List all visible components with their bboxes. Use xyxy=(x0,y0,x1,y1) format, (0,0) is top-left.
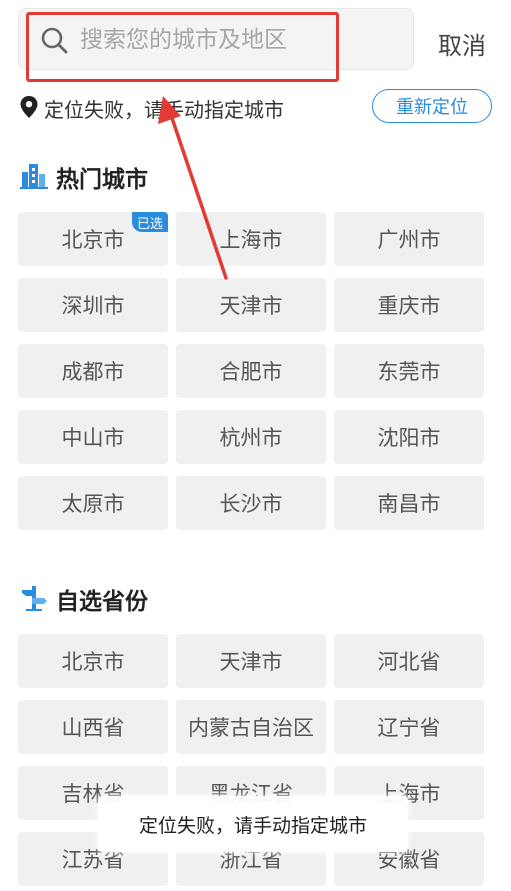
city-option-label: 南昌市 xyxy=(377,492,441,516)
city-option-label: 合肥市 xyxy=(219,360,283,384)
city-option-label: 北京市 xyxy=(61,228,125,252)
city-option[interactable]: 杭州市 xyxy=(176,410,326,464)
province-option-label: 辽宁省 xyxy=(377,716,441,740)
city-option-label: 深圳市 xyxy=(61,294,125,318)
city-option[interactable]: 东莞市 xyxy=(334,344,484,398)
city-option[interactable]: 上海市 xyxy=(176,212,326,266)
province-option[interactable]: 北京市 xyxy=(18,634,168,688)
city-option-label: 天津市 xyxy=(219,294,283,318)
province-option-label: 河北省 xyxy=(377,650,441,674)
province-option[interactable]: 河北省 xyxy=(334,634,484,688)
selected-badge: 已选 xyxy=(132,212,168,232)
city-option[interactable]: 长沙市 xyxy=(176,476,326,530)
city-option-beijing[interactable]: 北京市 已选 xyxy=(18,212,168,266)
location-pin-icon xyxy=(20,96,38,118)
province-option[interactable]: 天津市 xyxy=(176,634,326,688)
location-status-text: 定位失败，请手动指定城市 xyxy=(44,98,284,122)
cancel-button[interactable]: 取消 xyxy=(438,26,486,61)
province-option-label: 北京市 xyxy=(61,650,125,674)
province-option-label: 内蒙古自治区 xyxy=(188,716,314,740)
city-option-label: 成都市 xyxy=(61,360,125,384)
city-option-label: 杭州市 xyxy=(219,426,283,450)
province-option-label: 天津市 xyxy=(219,650,283,674)
city-option-label: 中山市 xyxy=(61,426,125,450)
section-title: 自选省份 xyxy=(56,589,148,615)
location-status-row: 定位失败，请手动指定城市 重新定位 xyxy=(0,88,511,128)
city-option[interactable]: 合肥市 xyxy=(176,344,326,398)
search-icon xyxy=(41,27,68,54)
city-option[interactable]: 广州市 xyxy=(334,212,484,266)
toast-message: 定位失败，请手动指定城市 xyxy=(98,796,408,852)
city-option-label: 上海市 xyxy=(219,228,283,252)
city-option[interactable]: 南昌市 xyxy=(334,476,484,530)
search-bar: 取消 xyxy=(0,0,511,90)
province-option[interactable]: 内蒙古自治区 xyxy=(176,700,326,754)
city-option-label: 沈阳市 xyxy=(377,426,441,450)
province-option[interactable]: 山西省 xyxy=(18,700,168,754)
city-option-label: 东莞市 xyxy=(377,360,441,384)
search-input[interactable] xyxy=(80,22,340,58)
city-buildings-icon xyxy=(20,164,48,189)
city-option[interactable]: 沈阳市 xyxy=(334,410,484,464)
city-option-label: 重庆市 xyxy=(377,294,441,318)
city-option[interactable]: 深圳市 xyxy=(18,278,168,332)
city-option[interactable]: 中山市 xyxy=(18,410,168,464)
city-option[interactable]: 成都市 xyxy=(18,344,168,398)
province-option-label: 山西省 xyxy=(61,716,125,740)
city-option[interactable]: 太原市 xyxy=(18,476,168,530)
toast-text: 定位失败，请手动指定城市 xyxy=(138,814,367,837)
city-option[interactable]: 天津市 xyxy=(176,278,326,332)
relocate-button[interactable]: 重新定位 xyxy=(372,89,492,123)
city-option-label: 长沙市 xyxy=(219,492,283,516)
city-option-label: 广州市 xyxy=(377,228,441,252)
city-option-label: 太原市 xyxy=(61,492,125,516)
province-option[interactable]: 辽宁省 xyxy=(334,700,484,754)
signpost-icon xyxy=(22,586,47,611)
section-title: 热门城市 xyxy=(56,167,148,193)
city-option[interactable]: 重庆市 xyxy=(334,278,484,332)
